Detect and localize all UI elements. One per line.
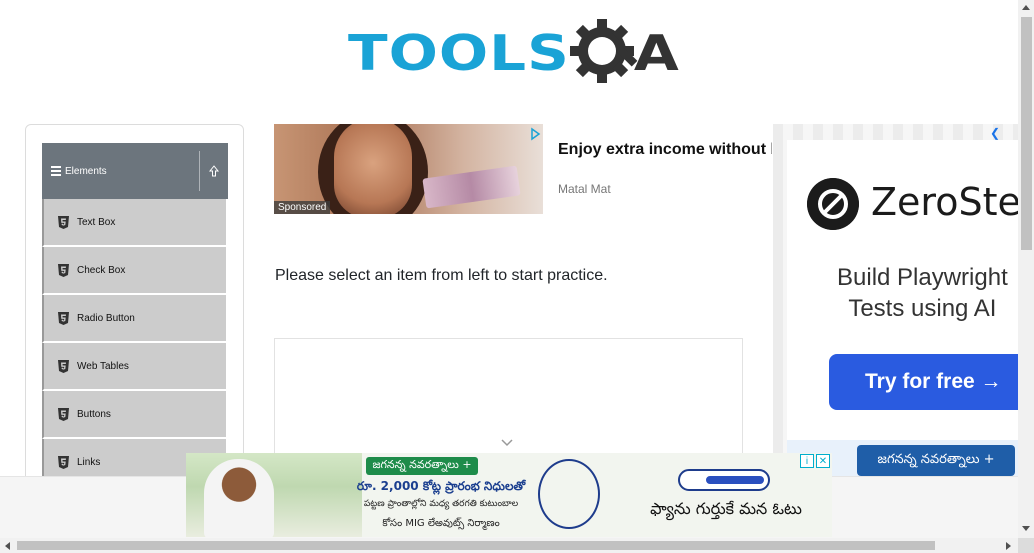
menu-item-label: Radio Button: [77, 312, 135, 324]
ad-brand[interactable]: Matal Mat: [558, 182, 611, 196]
navaratnalu-button[interactable]: జగనన్న నవరత్నాలు +: [857, 445, 1015, 476]
ad-brand-name: ZeroStep: [871, 180, 1018, 224]
ad-slogan: ఫ్యాను గుర్తుకే మన ఓటు: [650, 499, 802, 518]
bottom-ad-banner[interactable]: జగనన్న నవరత్నాలు + రూ. 2,000 కోట్ల ప్రార…: [186, 453, 832, 537]
html5-icon: [58, 215, 69, 229]
close-icon[interactable]: ✕: [816, 454, 830, 468]
menu-item-text-box[interactable]: Text Box: [42, 199, 226, 247]
ad-headline[interactable]: Enjoy extra income without being an inve…: [558, 140, 772, 160]
group-header-label: Elements: [65, 165, 107, 177]
scroll-up-arrow-icon[interactable]: [1022, 5, 1030, 10]
ad-tagline-line-2: Tests using AI: [848, 295, 997, 322]
element-menu: Text Box Check Box Radio Button Web Tabl…: [42, 199, 226, 487]
instruction-text: Please select an item from left to start…: [275, 267, 608, 284]
logo-text: TOOLS: [348, 24, 570, 82]
ad-seal-logo: [538, 459, 600, 529]
ad-close-icon[interactable]: ❮: [990, 126, 1000, 140]
scroll-right-arrow-icon[interactable]: [1006, 542, 1011, 550]
ad-line-2: పట్టణ ప్రాంతాల్లోని మధ్య తరగతి కుటుంబాల: [363, 499, 519, 509]
scroll-down-arrow-icon[interactable]: [1022, 526, 1030, 531]
menu-item-radio-button[interactable]: Radio Button: [42, 295, 226, 343]
collapse-arrow-icon[interactable]: [208, 164, 220, 178]
ad-line-1: రూ. 2,000 కోట్ల ప్రారంభ నిధులతో: [356, 479, 526, 493]
gear-magnifier-icon: [569, 19, 638, 83]
html5-icon: [58, 407, 69, 421]
ad-panel: ZeroStep Build Playwright Tests using AI…: [787, 140, 1018, 440]
menu-item-label: Web Tables: [77, 360, 129, 372]
menu-item-check-box[interactable]: Check Box: [42, 247, 226, 295]
try-for-free-button[interactable]: Try for free →: [829, 354, 1018, 410]
ad-tagline-line-1: Build Playwright: [837, 264, 1008, 291]
info-icon[interactable]: i: [800, 454, 814, 468]
right-ad-banner[interactable]: ❮ ZeroStep Build Playwright Tests using …: [773, 124, 1018, 476]
divider: [199, 151, 200, 191]
ad-pill-label: జగనన్న నవరత్నాలు +: [366, 457, 478, 475]
vertical-scroll-thumb[interactable]: [1021, 17, 1032, 250]
menu-item-label: Buttons: [77, 408, 111, 420]
horizontal-scrollbar[interactable]: [0, 538, 1018, 553]
ad-controls: i ✕: [800, 454, 830, 469]
html5-icon: [58, 263, 69, 277]
fan-symbol-icon: [678, 469, 770, 491]
menu-item-buttons[interactable]: Buttons: [42, 391, 226, 439]
ad-tagline: Build Playwright Tests using AI: [837, 262, 1008, 324]
element-list-panel: Elements Text Box Check Box Radio Button…: [25, 124, 244, 494]
sponsored-label: Sponsored: [274, 201, 331, 214]
group-header-elements[interactable]: Elements: [42, 143, 228, 199]
menu-item-label: Check Box: [77, 264, 126, 276]
chevron-down-icon[interactable]: [501, 439, 513, 447]
adchoices-icon[interactable]: [528, 127, 542, 141]
hamburger-icon: [51, 166, 61, 176]
ad-photo-person: [204, 459, 274, 537]
logo-text-tail: A: [633, 24, 679, 82]
ad-photo-money: [422, 165, 521, 209]
scroll-left-arrow-icon[interactable]: [5, 542, 10, 550]
ad-line-3: కోసం MIG లేఅవుట్స్ నిర్మాణం: [382, 518, 500, 529]
zerostep-logo-icon: [807, 178, 859, 230]
html5-icon: [58, 455, 69, 469]
menu-item-web-tables[interactable]: Web Tables: [42, 343, 226, 391]
sponsored-ad-image[interactable]: Sponsored: [274, 124, 543, 214]
ad-photo-face: [334, 124, 412, 214]
menu-item-label: Text Box: [77, 216, 116, 228]
menu-item-label: Links: [77, 456, 101, 468]
html5-icon: [58, 359, 69, 373]
scrollbar-corner: [1018, 538, 1034, 553]
horizontal-scroll-thumb[interactable]: [17, 541, 935, 550]
vertical-scrollbar[interactable]: [1018, 0, 1034, 538]
html5-icon: [58, 311, 69, 325]
toolsqa-logo[interactable]: TOOLS A: [348, 14, 679, 92]
